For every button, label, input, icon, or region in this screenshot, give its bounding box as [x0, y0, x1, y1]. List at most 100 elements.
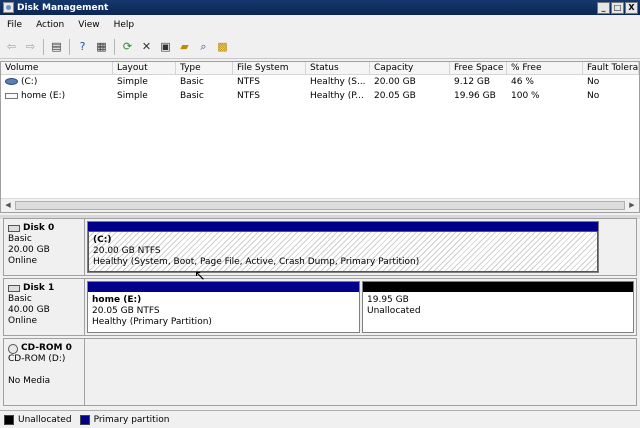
volume-status: Healthy (P...	[310, 91, 364, 101]
help-icon[interactable]: ?	[74, 38, 91, 55]
disk-management-window: Disk Management _ □ X File Action View H…	[0, 0, 640, 428]
volume-type: Basic	[180, 77, 204, 87]
col-layout[interactable]: Layout	[113, 62, 176, 74]
col-volume[interactable]: Volume	[1, 62, 113, 74]
console-tree-icon[interactable]: ▤	[48, 38, 65, 55]
volume-icon	[5, 93, 18, 99]
menu-view[interactable]: View	[71, 20, 106, 30]
toolbar-separator	[114, 38, 115, 55]
partition-size: 19.95 GB	[367, 295, 409, 305]
disk-map: Disk 0 Basic 20.00 GB Online (C:) 20.00 …	[0, 215, 640, 408]
explore-icon[interactable]: ▰	[176, 38, 193, 55]
refresh-icon[interactable]: ⟳	[119, 38, 136, 55]
volume-type: Basic	[180, 91, 204, 101]
volume-percent-free: 46 %	[511, 77, 534, 87]
volume-name: (C:)	[21, 77, 38, 87]
minimize-button[interactable]: _	[597, 1, 610, 14]
primary-partition-bar	[88, 282, 359, 292]
disk-state: Online	[8, 316, 38, 326]
primary-partition-swatch	[79, 414, 90, 425]
settings-icon[interactable]: ▩	[214, 38, 231, 55]
disk-name: CD-ROM 0	[21, 343, 72, 353]
partition-name: home (E:)	[92, 295, 142, 305]
legend: Unallocated Primary partition	[0, 410, 640, 428]
partition-status: Healthy (System, Boot, Page File, Active…	[93, 257, 420, 267]
scroll-right-icon[interactable]: ▶	[625, 199, 639, 212]
disk-label[interactable]: Disk 0 Basic 20.00 GB Online	[3, 218, 85, 276]
scroll-left-icon[interactable]: ◀	[1, 199, 15, 212]
partition-size: 20.00 GB NTFS	[93, 246, 161, 256]
delete-icon[interactable]: ✕	[138, 38, 155, 55]
volume-percent-free: 100 %	[511, 91, 540, 101]
folder-open-icon[interactable]: ▣	[157, 38, 174, 55]
cd-rom-icon	[8, 343, 18, 354]
volume-free-space: 9.12 GB	[454, 77, 491, 87]
search-icon[interactable]: ⌕	[195, 38, 212, 55]
title-bar[interactable]: Disk Management _ □ X	[0, 0, 640, 15]
volume-layout: Simple	[117, 77, 148, 87]
volume-fs: NTFS	[237, 91, 260, 101]
partition-status: Unallocated	[367, 306, 421, 316]
toolbar-separator	[43, 38, 44, 55]
col-fault-tolerance[interactable]: Fault Toleran	[583, 62, 639, 74]
volume-fs: NTFS	[237, 77, 260, 87]
window-title: Disk Management	[17, 2, 109, 13]
col-free-space[interactable]: Free Space	[450, 62, 507, 74]
volume-name: home (E:)	[21, 91, 66, 101]
disk-row: Disk 0 Basic 20.00 GB Online (C:) 20.00 …	[3, 218, 637, 276]
partition-size: 20.05 GB NTFS	[92, 306, 160, 316]
volume-free-space: 19.96 GB	[454, 91, 496, 101]
cdrom-label[interactable]: CD-ROM 0 CD-ROM (D:) No Media	[3, 338, 85, 406]
disk-label[interactable]: Disk 1 Basic 40.00 GB Online	[3, 278, 85, 336]
mouse-cursor-icon: ↖	[194, 268, 206, 284]
volume-fault-tolerance: No	[587, 77, 600, 87]
partition-c[interactable]: (C:) 20.00 GB NTFS Healthy (System, Boot…	[87, 221, 599, 273]
properties-icon[interactable]: ▦	[93, 38, 110, 55]
disk-state: Online	[8, 256, 38, 266]
volume-list: Volume Layout Type File System Status Ca…	[0, 61, 640, 213]
disk-state: No Media	[8, 376, 51, 386]
partition-status: Healthy (Primary Partition)	[92, 317, 212, 327]
menu-action[interactable]: Action	[29, 20, 71, 30]
disk-name: Disk 0	[23, 223, 55, 233]
toolbar-separator	[69, 38, 70, 55]
disk-type: Basic	[8, 294, 32, 304]
disk-name: Disk 1	[23, 283, 55, 293]
unallocated-swatch	[4, 414, 14, 425]
forward-icon[interactable]: ⇨	[22, 38, 39, 55]
disk-type: Basic	[8, 234, 32, 244]
col-capacity[interactable]: Capacity	[370, 62, 450, 74]
partition-name: (C:)	[93, 235, 112, 245]
menu-help[interactable]: Help	[107, 20, 142, 30]
horizontal-scrollbar[interactable]: ◀ ▶	[1, 198, 639, 212]
col-file-system[interactable]: File System	[233, 62, 306, 74]
disk-size: 20.00 GB	[8, 245, 50, 255]
scrollbar-thumb[interactable]	[15, 201, 625, 210]
unallocated-bar	[363, 282, 633, 292]
volume-status: Healthy (S...	[310, 77, 366, 87]
menu-bar: File Action View Help	[0, 15, 640, 35]
table-row[interactable]: (C:) Simple Basic NTFS Healthy (S... 20.…	[1, 75, 639, 89]
window-controls: _ □ X	[597, 1, 638, 14]
cdrom-body[interactable]	[85, 338, 637, 406]
volume-fault-tolerance: No	[587, 91, 600, 101]
unallocated-space[interactable]: 19.95 GB Unallocated	[362, 281, 634, 333]
col-status[interactable]: Status	[306, 62, 370, 74]
table-row[interactable]: home (E:) Simple Basic NTFS Healthy (P..…	[1, 89, 639, 103]
col-type[interactable]: Type	[176, 62, 233, 74]
legend-primary-partition: Primary partition	[93, 414, 170, 425]
close-button[interactable]: X	[625, 1, 638, 14]
disk-row: CD-ROM 0 CD-ROM (D:) No Media	[3, 338, 637, 406]
hard-disk-icon	[8, 285, 20, 292]
col-percent-free[interactable]: % Free	[507, 62, 583, 74]
disk-row: Disk 1 Basic 40.00 GB Online home (E:) 2…	[3, 278, 637, 336]
back-icon[interactable]: ⇦	[3, 38, 20, 55]
maximize-button[interactable]: □	[611, 1, 624, 14]
disk-type: CD-ROM (D:)	[8, 354, 66, 364]
menu-file[interactable]: File	[0, 20, 29, 30]
partition-e[interactable]: home (E:) 20.05 GB NTFS Healthy (Primary…	[87, 281, 360, 333]
volume-capacity: 20.00 GB	[374, 77, 416, 87]
hard-disk-icon	[8, 225, 20, 232]
disk-size	[8, 365, 84, 376]
volume-layout: Simple	[117, 91, 148, 101]
